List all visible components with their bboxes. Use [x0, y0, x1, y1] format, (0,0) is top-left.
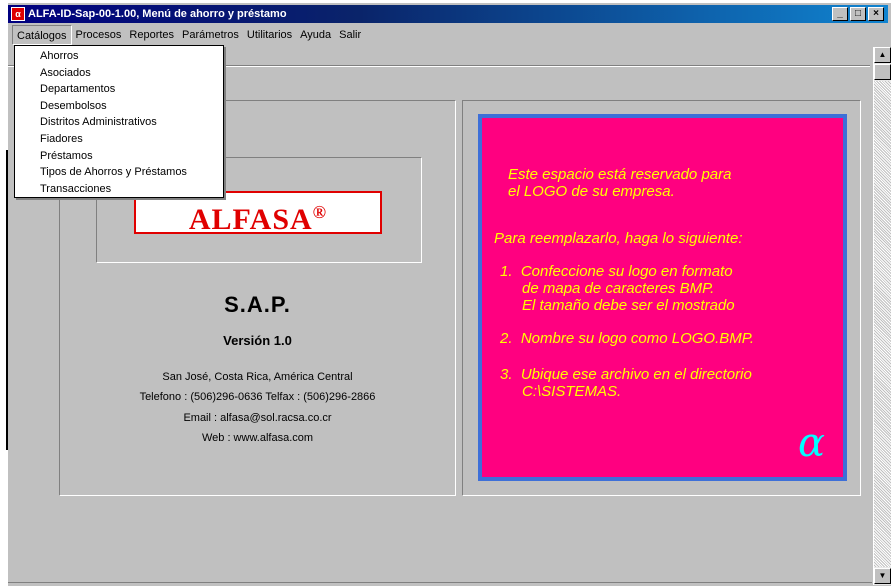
dropdown-item-departamentos[interactable]: Departamentos — [15, 81, 223, 98]
scroll-up-button[interactable]: ▲ — [874, 47, 891, 63]
logo-text: ALFASA — [188, 203, 313, 236]
minimize-button[interactable]: _ — [832, 7, 848, 21]
step1-line2: de mapa de caracteres BMP. — [522, 280, 715, 297]
alpha-logo-icon: α — [798, 420, 826, 466]
address-text: San José, Costa Rica, América Central — [162, 371, 353, 383]
step2-text: 2. Nombre su logo como LOGO.BMP. — [500, 330, 754, 347]
menu-ayuda[interactable]: Ayuda — [296, 25, 335, 45]
step1-line1: 1. Confeccione su logo en formato — [500, 263, 733, 280]
dropdown-item-asociados[interactable]: Asociados — [15, 65, 223, 82]
menu-utilitarios[interactable]: Utilitarios — [243, 25, 296, 45]
menu-parametros[interactable]: Parámetros — [178, 25, 243, 45]
placeholder-line2: el LOGO de su empresa. — [508, 183, 675, 200]
window-controls: _ □ × — [832, 7, 884, 21]
bottom-scrollbar[interactable] — [8, 582, 872, 586]
maximize-button[interactable]: □ — [850, 7, 866, 21]
web-text: Web : www.alfasa.com — [201, 432, 314, 444]
dropdown-item-transacciones[interactable]: Transacciones — [15, 181, 223, 198]
scroll-thumb[interactable] — [874, 64, 891, 80]
product-name: S.A.P. — [224, 292, 291, 317]
menu-bar: Catálogos Procesos Reportes Parámetros U… — [8, 25, 888, 45]
dropdown-item-ahorros[interactable]: Ahorros — [15, 48, 223, 65]
menu-procesos[interactable]: Procesos — [72, 25, 126, 45]
logo-placeholder: Este espacio está reservado para el LOGO… — [478, 114, 847, 481]
window-title: ALFA-ID-Sap-00-1.00, Menú de ahorro y pr… — [28, 8, 287, 20]
dropdown-item-tipos[interactable]: Tipos de Ahorros y Préstamos — [15, 164, 223, 181]
placeholder-instructions: Para reemplazarlo, haga lo siguiente: — [494, 230, 743, 247]
phone-text: Telefono : (506)296-0636 Telfax : (506)2… — [139, 391, 376, 403]
scroll-down-button[interactable]: ▼ — [874, 568, 891, 584]
menu-salir[interactable]: Salir — [335, 25, 365, 45]
version-label: Versión 1.0 — [223, 333, 292, 348]
vertical-scrollbar[interactable]: ▲ ▼ — [873, 47, 891, 585]
step1-line3: El tamaño debe ser el mostrado — [522, 297, 735, 314]
dropdown-item-fiadores[interactable]: Fiadores — [15, 131, 223, 148]
catalogos-dropdown: Ahorros Asociados Departamentos Desembol… — [14, 45, 224, 198]
dropdown-item-prestamos[interactable]: Préstamos — [15, 148, 223, 165]
scroll-track[interactable] — [874, 81, 891, 567]
email-text: Email : alfasa@sol.racsa.co.cr — [183, 412, 332, 424]
title-bar[interactable]: α ALFA-ID-Sap-00-1.00, Menú de ahorro y … — [8, 5, 888, 23]
registered-mark: ® — [312, 202, 328, 222]
menu-catalogos[interactable]: Catálogos — [12, 25, 72, 45]
dropdown-item-desembolsos[interactable]: Desembolsos — [15, 98, 223, 115]
alfa-app-icon[interactable]: α — [11, 7, 25, 21]
close-button[interactable]: × — [868, 7, 884, 21]
step3-line1: 3. Ubique ese archivo en el directorio — [500, 366, 752, 383]
menu-reportes[interactable]: Reportes — [125, 25, 178, 45]
placeholder-line1: Este espacio está reservado para — [508, 166, 732, 183]
step3-line2: C:\SISTEMAS. — [522, 383, 622, 400]
dropdown-item-distritos[interactable]: Distritos Administrativos — [15, 114, 223, 131]
